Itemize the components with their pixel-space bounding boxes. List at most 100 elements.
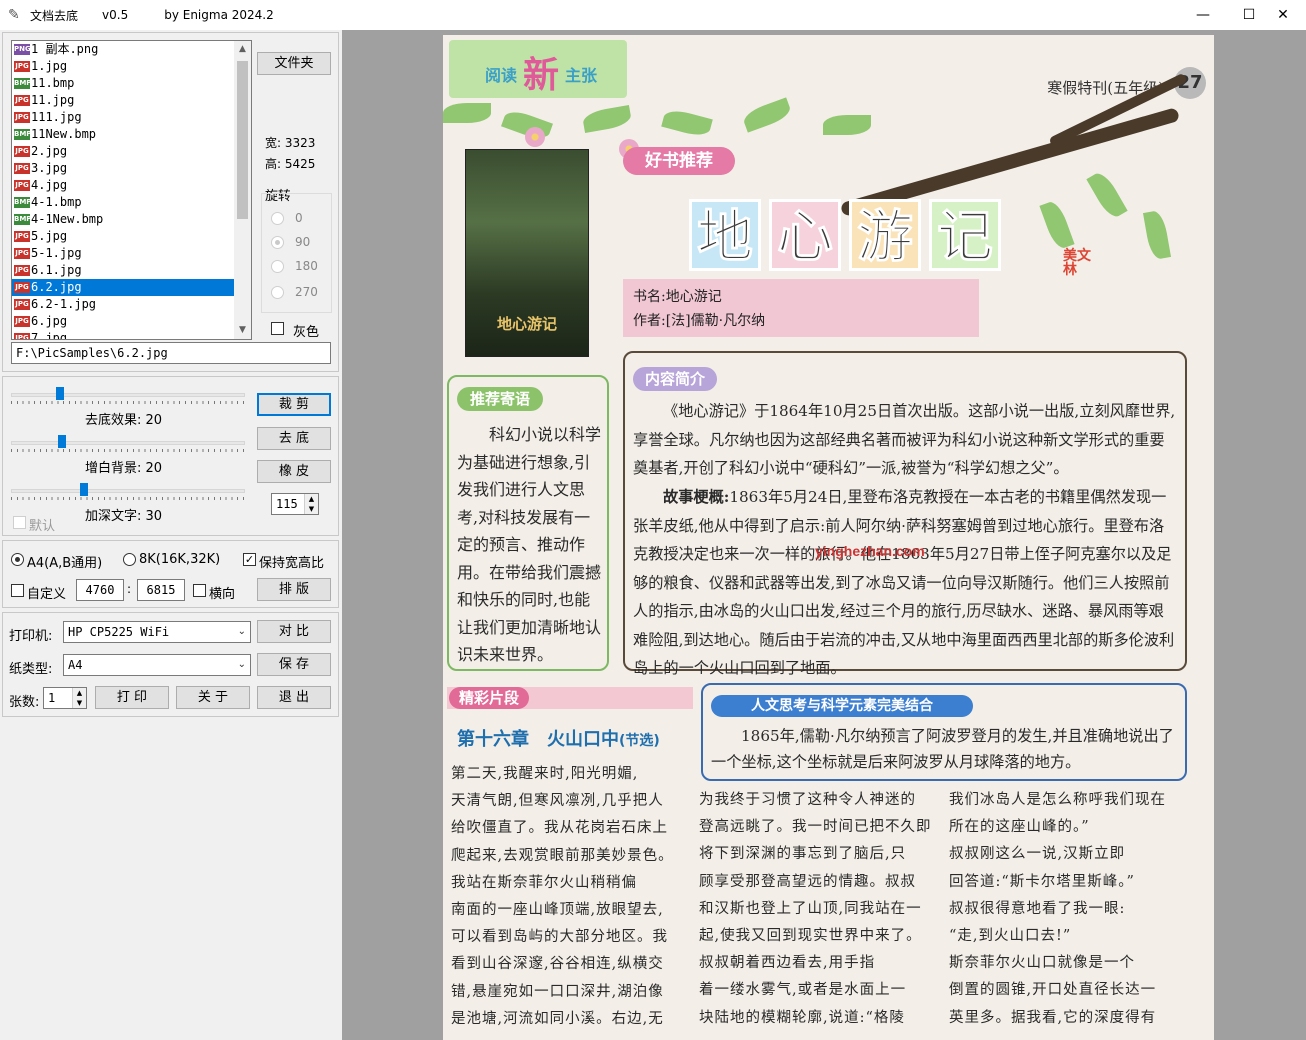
- darken-text-slider[interactable]: [11, 481, 245, 501]
- file-list-scrollbar[interactable]: ▲ ▼: [234, 41, 251, 339]
- window-author: by Enigma 2024.2: [164, 8, 274, 22]
- file-list-item[interactable]: JPG 6.1.jpg: [12, 262, 234, 279]
- slider-ticks: [11, 449, 245, 452]
- spin-up-icon[interactable]: ▲: [72, 688, 86, 698]
- spin-down-icon[interactable]: ▼: [72, 698, 86, 708]
- file-list-item[interactable]: JPG 4.jpg: [12, 177, 234, 194]
- jpg-file-icon: JPG: [14, 333, 30, 339]
- file-list-item[interactable]: JPG 11.jpg: [12, 92, 234, 109]
- layout-button[interactable]: 排 版: [257, 578, 331, 601]
- printer-label: 打印机:: [9, 629, 53, 644]
- file-name: 11.bmp: [31, 76, 75, 90]
- book-author: 作者:[法]儒勒·凡尔纳: [633, 313, 766, 329]
- rotate-90-radio[interactable]: [271, 236, 284, 249]
- a4-radio[interactable]: [11, 553, 24, 566]
- file-list-item[interactable]: JPG 111.jpg: [12, 109, 234, 126]
- folder-button[interactable]: 文件夹: [257, 52, 331, 75]
- custom-checkbox[interactable]: [11, 584, 24, 597]
- scroll-thumb[interactable]: [237, 61, 248, 219]
- excerpt-line: 天清气朗,但寒风凛冽,几乎把人: [451, 793, 664, 810]
- excerpt-line: 叔叔刚这么一说,汉斯立即: [949, 846, 1126, 863]
- crop-button[interactable]: 裁 剪: [257, 393, 331, 416]
- file-list-item[interactable]: JPG 5-1.jpg: [12, 245, 234, 262]
- book-title: 地 心 游 记: [689, 199, 1001, 271]
- banner-logo: 阅读 新 主张: [449, 40, 627, 98]
- jpg-file-icon: JPG: [14, 95, 30, 106]
- slider-knob[interactable]: [58, 435, 66, 448]
- minimize-button[interactable]: —: [1180, 0, 1226, 30]
- chevron-down-icon: ⌄: [237, 659, 246, 670]
- file-list-item[interactable]: PNG 1 副本.png: [12, 41, 234, 58]
- excerpt-line: 英里多。据我看,它的深度得有: [949, 1009, 1157, 1026]
- document-preview: 阅读 新 主张 寒假特刊(五年级) 27 地心游记 好书推荐 地 心 游 记 美…: [443, 35, 1214, 1040]
- file-list[interactable]: PNG 1 副本.png JPG 1.jpg BMP 11.bmp JPG 11.jpg JPG…: [11, 40, 252, 340]
- preview-area[interactable]: 阅读 新 主张 寒假特刊(五年级) 27 地心游记 好书推荐 地 心 游 记 美…: [342, 30, 1306, 1040]
- file-name: 7.jpg: [31, 331, 68, 340]
- rotate-270-radio[interactable]: [271, 286, 284, 299]
- paper-group: A4(A,B通用) 8K(16K,32K) ✓ 保持宽高比 自定义 4760 :…: [2, 540, 339, 608]
- spin-up-icon[interactable]: ▲: [304, 494, 318, 504]
- remove-bg-button[interactable]: 去 底: [257, 427, 331, 450]
- spin-down-icon[interactable]: ▼: [304, 504, 318, 514]
- landscape-checkbox[interactable]: [193, 584, 206, 597]
- file-list-item[interactable]: JPG 6.2.jpg: [12, 279, 234, 296]
- file-list-item[interactable]: BMP 4-1New.bmp: [12, 211, 234, 228]
- file-list-item[interactable]: JPG 6.jpg: [12, 313, 234, 330]
- file-list-item[interactable]: BMP 11.bmp: [12, 75, 234, 92]
- darken-text-label: 加深文字: 30: [85, 509, 163, 524]
- landscape-label: 横向: [209, 587, 236, 602]
- file-list-item[interactable]: JPG 2.jpg: [12, 143, 234, 160]
- eraser-button[interactable]: 橡 皮: [257, 460, 331, 483]
- print-group: 打印机: HP CP5225 WiFi ⌄ 纸类型: A4 ⌄ 张数: 1 ▲ …: [2, 612, 339, 717]
- rotate-0-radio[interactable]: [271, 212, 284, 225]
- file-list-item[interactable]: JPG 1.jpg: [12, 58, 234, 75]
- scroll-down-icon[interactable]: ▼: [234, 322, 251, 339]
- file-list-item[interactable]: BMP 4-1.bmp: [12, 194, 234, 211]
- science-tag: 人文思考与科学元素完美结合: [711, 695, 973, 717]
- printer-select[interactable]: HP CP5225 WiFi ⌄: [63, 621, 251, 643]
- slider-knob[interactable]: [56, 387, 64, 400]
- whiten-bg-slider[interactable]: [11, 433, 245, 453]
- leaf-decoration: [661, 107, 713, 139]
- file-list-item[interactable]: JPG 7.jpg: [12, 330, 234, 340]
- chapter-title: 第十六章 火山口中(节选): [457, 725, 660, 751]
- compare-button[interactable]: 对 比: [257, 620, 331, 643]
- file-list-item[interactable]: BMP 11New.bmp: [12, 126, 234, 143]
- remove-bg-slider[interactable]: [11, 385, 245, 405]
- file-list-item[interactable]: JPG 3.jpg: [12, 160, 234, 177]
- custom-width-field[interactable]: 4760: [76, 579, 124, 601]
- file-list-item[interactable]: JPG 6.2-1.jpg: [12, 296, 234, 313]
- 8k-radio[interactable]: [123, 553, 136, 566]
- slider-knob[interactable]: [80, 483, 88, 496]
- science-text: 1865年,儒勒·凡尔纳预言了阿波罗登月的发生,并且准确地说出了一个坐标,这个坐…: [711, 727, 1174, 771]
- brush-size-spinner[interactable]: 115 ▲ ▼: [271, 493, 319, 515]
- exit-button[interactable]: 退 出: [257, 686, 331, 709]
- title-char: 记: [929, 199, 1001, 271]
- size-separator: :: [127, 582, 132, 596]
- slider-track: [11, 441, 245, 445]
- banner-text-c: 主张: [565, 66, 598, 85]
- keep-ratio-checkbox[interactable]: ✓: [243, 553, 256, 566]
- custom-height-field[interactable]: 6815: [137, 579, 185, 601]
- about-button[interactable]: 关 于: [176, 686, 250, 709]
- print-button[interactable]: 打 印: [95, 686, 169, 709]
- close-button[interactable]: ✕: [1260, 0, 1306, 30]
- copies-spinner[interactable]: 1 ▲ ▼: [43, 687, 87, 709]
- save-button[interactable]: 保 存: [257, 653, 331, 676]
- rotate-180-radio[interactable]: [271, 260, 284, 273]
- app-icon: ✎: [8, 7, 20, 23]
- default-checkbox[interactable]: [13, 516, 26, 529]
- scroll-up-icon[interactable]: ▲: [234, 41, 251, 58]
- rotate-270-label: 270: [295, 285, 318, 299]
- excerpt-line: 叔叔朝着西边看去,用手指: [699, 955, 876, 972]
- file-name: 5-1.jpg: [31, 246, 82, 260]
- path-field[interactable]: F:\PicSamples\6.2.jpg: [11, 342, 331, 364]
- flower-decoration: [525, 127, 545, 147]
- png-file-icon: PNG: [14, 44, 31, 55]
- jpg-file-icon: JPG: [14, 231, 30, 242]
- gray-checkbox[interactable]: [271, 322, 284, 335]
- copies-value: 1: [48, 691, 56, 705]
- paper-type-select[interactable]: A4 ⌄: [63, 654, 251, 676]
- banner-text-a: 阅读: [485, 66, 518, 85]
- file-list-item[interactable]: JPG 5.jpg: [12, 228, 234, 245]
